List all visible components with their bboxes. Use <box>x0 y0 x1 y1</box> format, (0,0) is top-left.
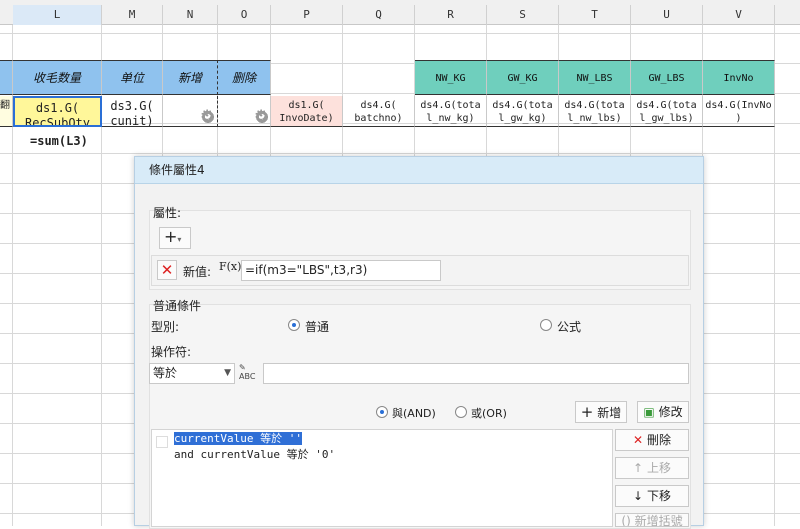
or-radio[interactable] <box>455 406 467 418</box>
move-up-button[interactable]: ↑ 上移 <box>615 457 689 479</box>
value-type-icon[interactable]: ✎ ABC <box>239 363 261 384</box>
data-cell-L-selected[interactable]: ds1.G( RecSubQty <box>13 96 102 127</box>
chevron-down-icon: ▼ <box>224 368 231 378</box>
header-cell-S[interactable]: GW_KG <box>487 60 559 95</box>
type-formula-label: 公式 <box>557 320 582 334</box>
type-normal-label: 普通 <box>305 320 330 334</box>
operator-selected-value: 等於 <box>153 366 178 380</box>
move-down-label: 下移 <box>646 489 671 503</box>
and-radio[interactable] <box>376 406 388 418</box>
data-cell-M[interactable]: ds3.G( cunit) <box>102 96 163 127</box>
column-header-M[interactable]: M <box>102 5 163 25</box>
column-header-bar: L M N O P Q R S T U V <box>0 0 800 25</box>
attribute-section-label: 屬性: <box>153 206 182 220</box>
data-cell-U[interactable]: ds4.G(tota l_gw_lbs) <box>631 96 703 127</box>
gear-icon[interactable] <box>200 106 215 125</box>
move-down-button[interactable]: ↓ 下移 <box>615 485 689 507</box>
data-cell-K[interactable]: 翻 <box>0 96 13 127</box>
column-header-L[interactable]: L <box>13 5 102 25</box>
or-label: 或(OR) <box>471 407 507 420</box>
type-formula-radio[interactable] <box>540 319 552 331</box>
delete-attribute-icon[interactable]: ✕ <box>157 260 177 280</box>
add-condition-button[interactable]: + 新增 <box>575 401 627 423</box>
column-header-V[interactable]: V <box>703 5 775 25</box>
column-header-N[interactable]: N <box>163 5 218 25</box>
gear-icon[interactable] <box>254 106 269 125</box>
data-cell-Q[interactable]: ds4.G( batchno) <box>343 96 415 127</box>
header-cell-U[interactable]: GW_LBS <box>631 60 703 95</box>
column-header-T[interactable]: T <box>559 5 631 25</box>
operator-value-input[interactable] <box>263 363 689 384</box>
column-header-U[interactable]: U <box>631 5 703 25</box>
and-label: 與(AND) <box>392 407 436 420</box>
column-header-P[interactable]: P <box>271 5 343 25</box>
edit-icon: ▣ <box>643 405 655 419</box>
arrow-down-icon: ↓ <box>633 489 644 503</box>
move-up-label: 上移 <box>646 461 671 475</box>
header-cell-R[interactable]: NW_KG <box>415 60 487 95</box>
data-cell-S[interactable]: ds4.G(tota l_gw_kg) <box>487 96 559 127</box>
delete-condition-label: 刪除 <box>646 433 671 447</box>
new-value-label: 新值: <box>183 265 212 279</box>
column-header-R[interactable]: R <box>415 5 487 25</box>
sum-formula-cell[interactable]: =sum(L3) <box>30 134 88 148</box>
formula-icon[interactable]: F(x) <box>219 260 241 273</box>
header-cell-N[interactable]: 新增 <box>163 60 218 95</box>
data-cell-V[interactable]: ds4.G(InvNo ) <box>703 96 775 127</box>
data-cell-T[interactable]: ds4.G(tota l_nw_lbs) <box>559 96 631 127</box>
header-cell-K[interactable] <box>0 60 13 95</box>
add-attribute-dropdown[interactable]: +▾ <box>159 227 191 249</box>
arrow-up-icon: ↑ <box>633 461 644 475</box>
header-cell-M[interactable]: 单位 <box>102 60 163 95</box>
modify-condition-button[interactable]: ▣ 修改 <box>637 401 689 423</box>
chevron-down-icon: ▾ <box>177 235 182 244</box>
header-cell-T[interactable]: NW_LBS <box>559 60 631 95</box>
dialog-title: 條件屬性4 <box>135 157 703 184</box>
condition-attributes-dialog: 條件屬性4 屬性: +▾ ✕ 新值: F(x) =if(m3="LBS",t3,… <box>134 156 704 529</box>
plus-icon: + <box>164 227 178 246</box>
add-condition-label: 新增 <box>597 406 622 420</box>
common-condition-label: 普通條件 <box>153 299 202 313</box>
column-header-Q[interactable]: Q <box>343 5 415 25</box>
bracket-icon: () <box>621 514 631 527</box>
add-bracket-button[interactable]: () 新增括號 <box>615 513 689 527</box>
operator-select[interactable]: 等於 ▼ <box>149 363 235 384</box>
plus-icon: + <box>580 403 594 421</box>
column-header-S[interactable]: S <box>487 5 559 25</box>
modify-condition-label: 修改 <box>658 405 683 419</box>
type-label: 型別: <box>151 320 180 334</box>
add-bracket-label: 新增括號 <box>634 514 683 527</box>
condition-item[interactable]: and currentValue 等於 '0' <box>174 448 335 462</box>
operator-label: 操作符: <box>151 345 192 359</box>
delete-icon: ✕ <box>633 433 644 447</box>
header-cell-V[interactable]: InvNo <box>703 60 775 95</box>
condition-checkbox[interactable] <box>156 436 168 448</box>
new-value-formula-input[interactable]: =if(m3="LBS",t3,r3) <box>241 260 441 281</box>
condition-item-selected[interactable]: currentValue 等於 '' <box>174 432 302 446</box>
data-cell-R[interactable]: ds4.G(tota l_nw_kg) <box>415 96 487 127</box>
data-cell-P[interactable]: ds1.G( InvoDate) <box>271 96 343 127</box>
type-normal-radio[interactable] <box>288 319 300 331</box>
header-cell-L[interactable]: 收毛数量 <box>13 60 102 95</box>
column-header-O[interactable]: O <box>218 5 271 25</box>
delete-condition-button[interactable]: ✕ 刪除 <box>615 429 689 451</box>
condition-list[interactable]: currentValue 等於 '' and currentValue 等於 '… <box>151 429 613 527</box>
header-cell-O[interactable]: 删除 <box>218 60 271 95</box>
